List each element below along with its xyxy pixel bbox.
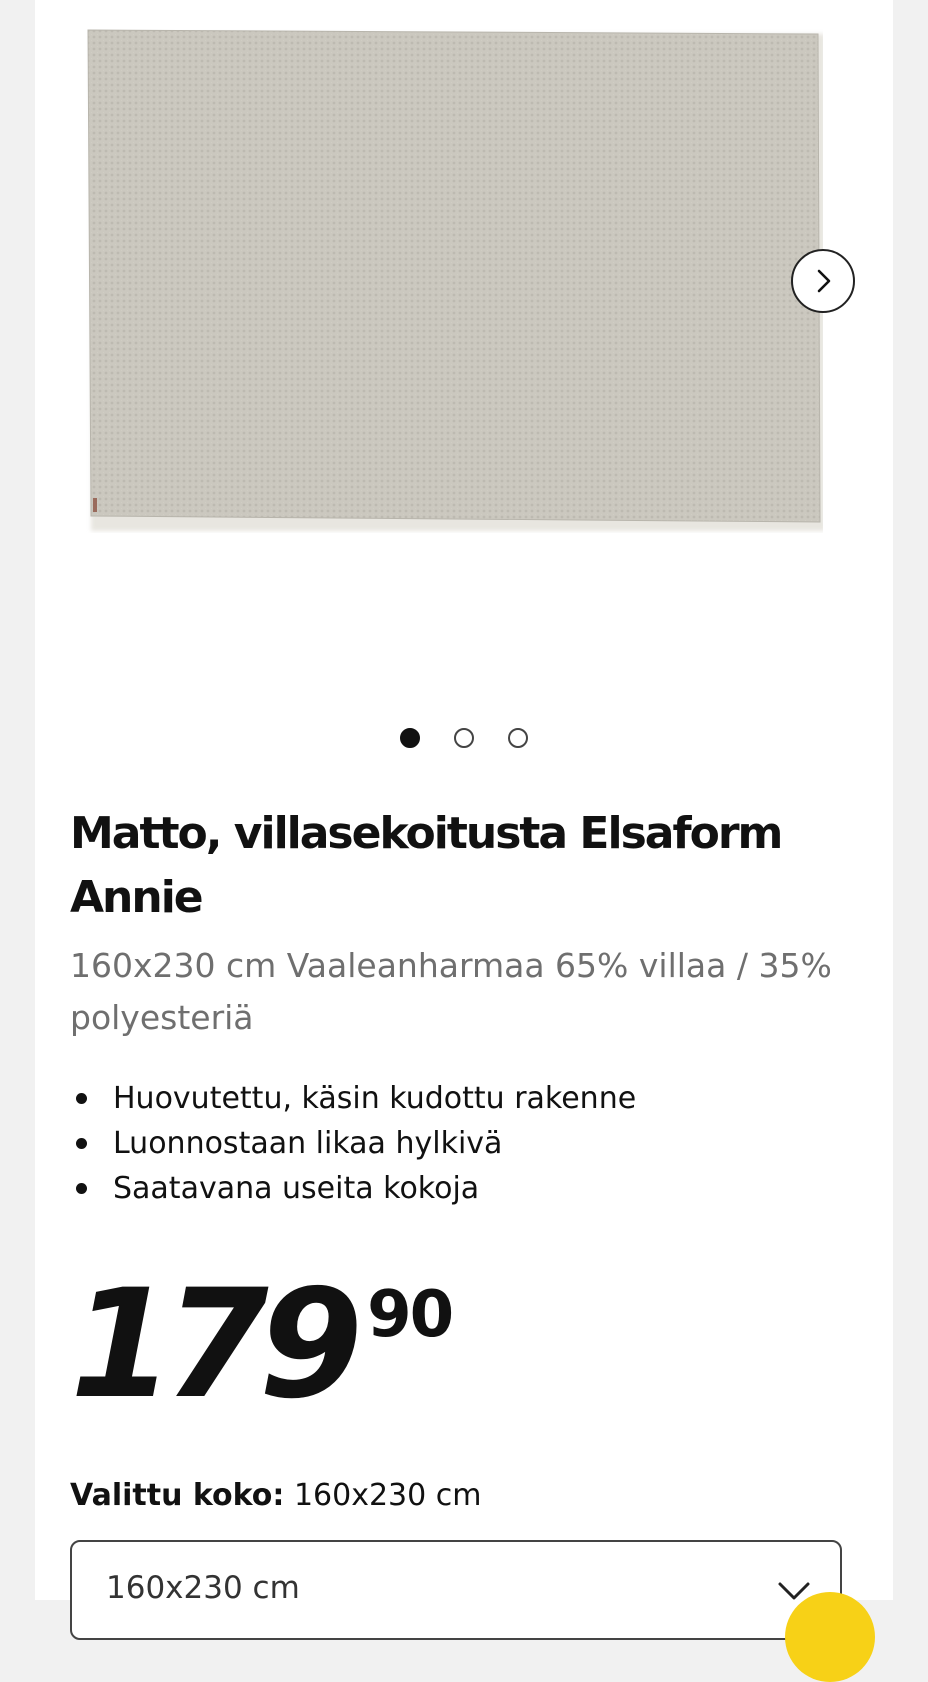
price-decimals: 90 [367, 1278, 454, 1352]
selected-size-label: Valittu koko: 160x230 cm [70, 1478, 481, 1513]
gallery-dot-2[interactable] [454, 728, 474, 748]
price-integer: 179 [70, 1258, 363, 1432]
product-subtitle: 160x230 cm Vaaleanharmaa 65% villaa / 35… [70, 946, 832, 1037]
selected-size-key: Valittu koko: [70, 1478, 285, 1513]
product-title: Matto, villasekoitusta Elsaform Annie [70, 808, 783, 923]
gallery-pagination [35, 728, 893, 752]
product-card: Matto, villasekoitusta Elsaform Annie 16… [35, 0, 893, 1682]
next-image-button[interactable] [791, 249, 855, 313]
product-price: 179 90 [70, 1258, 454, 1432]
feature-item: Luonnostaan likaa hylkivä [70, 1121, 636, 1166]
feature-item: Huovutettu, käsin kudottu rakenne [70, 1076, 636, 1121]
size-dropdown-value: 160x230 cm [106, 1570, 300, 1606]
feature-item: Saatavana useita kokoja [70, 1166, 636, 1211]
product-image-gallery [35, 0, 893, 780]
size-dropdown[interactable]: 160x230 cm [70, 1540, 842, 1640]
rug-illustration [87, 29, 823, 531]
feature-list: Huovutettu, käsin kudottu rakenne Luonno… [70, 1076, 636, 1211]
floating-action-button[interactable] [785, 1592, 875, 1682]
chevron-right-icon [817, 269, 831, 293]
selected-size-value: 160x230 cm [293, 1478, 482, 1513]
gallery-dot-1[interactable] [400, 728, 420, 748]
gallery-dot-3[interactable] [508, 728, 528, 748]
product-image[interactable] [85, 28, 823, 533]
